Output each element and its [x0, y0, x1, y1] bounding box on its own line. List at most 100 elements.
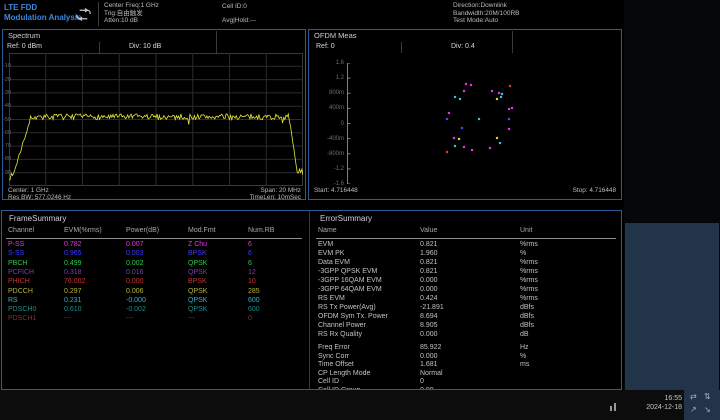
table-cell: OFDM Sym Tx. Power	[318, 313, 388, 320]
y-axis-tick-label: 0	[340, 120, 344, 127]
table-cell: dBfs	[520, 322, 535, 329]
table-row: -3GPP 64QAM EVM 0.000 %rms	[310, 286, 622, 295]
status-grid-icon-4[interactable]: ↘	[704, 406, 711, 414]
table-cell: dBfs	[520, 313, 535, 320]
ofdm-start-anno: Start: 4.716448	[314, 187, 358, 194]
table-cell: 0.002	[126, 259, 144, 267]
y-axis-tick-label: -50	[3, 116, 11, 123]
table-cell: %rms	[520, 241, 538, 248]
frame-summary-header-row: Channel EVM(%rms) Power(dB) Mod.Fmt Num.RB	[2, 227, 308, 236]
y-axis-tick-label: -60	[3, 129, 11, 136]
table-cell: BPSK	[188, 278, 207, 286]
table-row: Freq Error 85.922 Hz	[310, 344, 622, 353]
status-grid-icon-2[interactable]: ⇅	[704, 393, 711, 401]
y-axis-tick-label: 400m	[328, 105, 344, 112]
avg-hold-readout: Avg|Hold:---	[222, 17, 257, 24]
clock-time: 16:55	[664, 395, 682, 402]
table-cell: 0.003	[126, 250, 144, 258]
y-axis-tick-label: -80	[3, 156, 11, 163]
table-cell: 0.006	[126, 287, 144, 295]
table-cell: %rms	[520, 259, 538, 266]
table-row: OFDM Sym Tx. Power 8.694 dBfs	[310, 313, 622, 322]
ofdm-header-divider	[401, 42, 402, 53]
table-cell: %rms	[520, 268, 538, 275]
table-row: PDCCH 0.297 0.006 QPSK 285	[2, 288, 308, 297]
table-cell: 6	[248, 250, 252, 258]
app-title-line2: Modulation Analysis	[4, 13, 82, 22]
table-cell: RS EVM	[318, 295, 345, 302]
spectrum-ref-label: Ref: 0 dBm	[7, 43, 43, 50]
table-cell: 76.002	[64, 278, 86, 286]
trigger-readout: Trig:自由触发	[104, 9, 143, 17]
table-cell: 0.821	[420, 259, 438, 266]
column-header: Name	[318, 227, 337, 234]
spectrum-panel: Spectrum Ref: 0 dBm Div: 10 dB -10 -20 -30…	[2, 29, 306, 201]
table-cell: 8.694	[420, 313, 438, 320]
center-freq-readout: Center Freq:1 GHz	[104, 2, 159, 9]
clock: 16:55 2024-12-18	[620, 394, 682, 412]
table-cell: Cell ID	[318, 378, 340, 385]
table-cell: 0	[248, 315, 252, 323]
table-cell: -0.002	[126, 306, 146, 314]
table-cell: 10	[248, 278, 256, 286]
table-cell: -21.891	[420, 304, 444, 311]
ofdm-ref-label: Ref: 0	[316, 43, 335, 50]
table-cell: P-SS	[8, 241, 25, 248]
frame-summary-rule	[6, 237, 302, 239]
status-indicator-icon	[610, 398, 616, 416]
status-grid-icon-1[interactable]: ⇄	[690, 393, 697, 401]
y-axis-tick-label: -10	[3, 63, 11, 70]
table-row: S-SS 0.965 0.003 BPSK 6	[2, 250, 308, 259]
table-cell: QPSK	[188, 306, 208, 314]
table-cell: 0.000	[420, 277, 438, 284]
error-summary-table: ErrorSummary Name Value Unit EVM 0.821 %rms E…	[309, 211, 622, 389]
table-cell: RS	[8, 296, 18, 304]
table-cell: 0.297	[64, 287, 82, 295]
table-cell: -3GPP 64QAM EVM	[318, 286, 382, 293]
table-cell: 12	[248, 268, 256, 276]
y-axis-tick-label: 800m	[328, 90, 344, 97]
spectrum-plot	[9, 53, 303, 186]
table-cell: dB	[520, 331, 529, 338]
table-cell: Freq Error	[318, 344, 350, 351]
table-cell: 6	[248, 259, 252, 267]
direction-readout: Direction:Downlink	[453, 2, 507, 9]
table-cell: %rms	[520, 295, 538, 302]
table-cell: Hz	[520, 344, 529, 351]
table-cell: 0.007	[126, 241, 144, 248]
table-cell: EVM PK	[318, 250, 345, 257]
table-row: CP Length Mode Normal	[310, 370, 622, 379]
table-cell: 285	[248, 287, 260, 295]
frame-summary-rows: P-SS 0.782 0.007 Z Chu 6 S-SS 0.965 0.003 BPSK 6 P…	[2, 241, 308, 329]
header-separator	[98, 2, 99, 26]
table-cell: %rms	[520, 277, 538, 284]
header-settings-block: Center Freq:1 GHz Trig:自由触发 Atten:10 dB	[104, 2, 159, 25]
table-row: P-SS 0.782 0.007 Z Chu 6	[2, 241, 308, 250]
spectrum-title: Spectrum	[8, 31, 41, 40]
column-header: EVM(%rms)	[64, 227, 102, 234]
y-axis-tick-label: -40	[3, 103, 11, 110]
table-cell: QPSK	[188, 287, 208, 295]
ofdm-meas-panel: OFDM Meas Ref: 0 Div: 0.4 Start: 4.71644…	[308, 29, 622, 200]
table-cell: PDSCH0	[8, 306, 37, 314]
summary-panel: FrameSummary Channel EVM(%rms) Power(dB) Mo…	[1, 210, 622, 390]
table-row: PCFICH 0.318 0.016 QPSK 12	[2, 269, 308, 278]
table-row: Channel Power 8.905 dBfs	[310, 322, 622, 331]
column-header: Mod.Fmt	[188, 227, 216, 234]
table-cell: 1.681	[420, 361, 438, 368]
ofdm-header-divider	[512, 31, 513, 53]
table-row: PHICH 76.002 0.000 BPSK 10	[2, 278, 308, 287]
table-row: PBCH 0.499 0.002 QPSK 6	[2, 260, 308, 269]
table-cell: %	[520, 352, 527, 360]
continuous-sweep-icon[interactable]	[74, 7, 93, 27]
spectrum-resbw-anno: Res BW: 577.0246 Hz	[8, 193, 72, 201]
y-axis-tick-label: -400m	[326, 135, 344, 142]
table-cell: 0.00	[420, 387, 434, 390]
table-cell: %	[520, 250, 527, 257]
table-cell: 0.499	[64, 259, 82, 267]
spectrum-div-label: Div: 10 dB	[129, 43, 162, 50]
y-axis-tick-label: -800m	[326, 150, 344, 157]
y-axis-tick-label: 1.6	[335, 60, 344, 66]
table-cell: 0.231	[64, 296, 82, 304]
status-grid-icon-3[interactable]: ↗	[690, 406, 697, 414]
